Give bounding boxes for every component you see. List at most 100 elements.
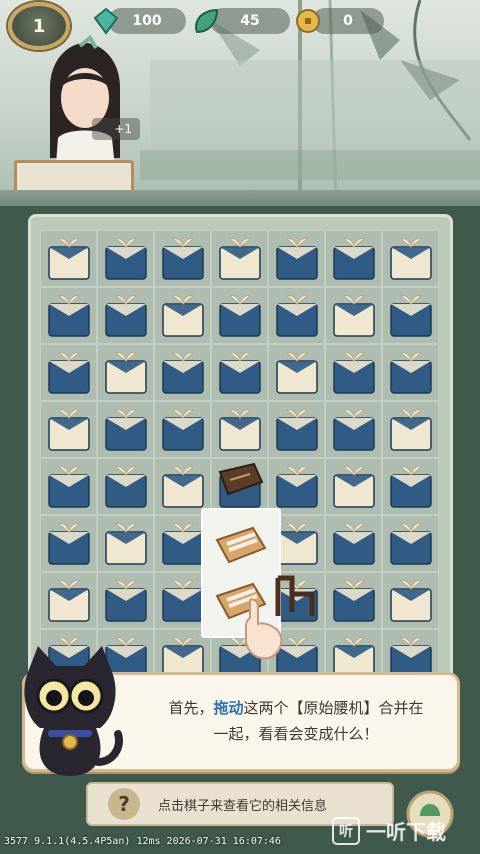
gift-box-icon (104, 294, 147, 337)
board-cell[interactable] (211, 401, 268, 458)
reward-label: +1 (114, 122, 132, 136)
reward-badge: +1 (92, 118, 140, 140)
board-cell[interactable] (40, 230, 97, 287)
board-cell[interactable] (211, 230, 268, 287)
watermark: 听 一听下载 (332, 816, 446, 845)
board-cell[interactable] (97, 401, 154, 458)
board-cell[interactable] (97, 458, 154, 515)
board-cell[interactable] (382, 515, 439, 572)
question-mark-icon[interactable]: ? (108, 788, 140, 820)
board-cell[interactable] (97, 287, 154, 344)
gift-box-icon (161, 465, 204, 508)
board-cell[interactable] (382, 401, 439, 458)
board-cell[interactable] (97, 344, 154, 401)
gift-box-icon (47, 237, 90, 280)
gift-box-icon (275, 294, 318, 337)
board-cell[interactable] (268, 230, 325, 287)
gift-box-icon (104, 408, 147, 451)
tutorial-text-rest: 这两个【原始腰机】合并在 (243, 699, 424, 717)
gift-box-icon (332, 294, 375, 337)
board-cell[interactable] (154, 458, 211, 515)
gift-box-icon (161, 408, 204, 451)
gift-box-icon (104, 465, 147, 508)
board-cell[interactable] (382, 572, 439, 629)
board-cell[interactable] (325, 458, 382, 515)
gift-box-icon (104, 522, 147, 565)
dark-loom-icon (218, 462, 264, 496)
leaf-icon (190, 5, 222, 37)
board-cell[interactable] (97, 515, 154, 572)
gift-box-icon (389, 237, 432, 280)
board-cell[interactable] (382, 344, 439, 401)
board-cell[interactable] (325, 515, 382, 572)
board-cell[interactable] (97, 572, 154, 629)
shop-counter (14, 160, 134, 194)
gift-box-icon (218, 294, 261, 337)
board-cell[interactable] (382, 458, 439, 515)
board-cell[interactable] (40, 515, 97, 572)
gems-value: 100 (132, 13, 162, 29)
gift-box-icon (218, 351, 261, 394)
gift-box-icon (161, 522, 204, 565)
board-cell[interactable] (268, 344, 325, 401)
gift-box-icon (104, 351, 147, 394)
gift-box-icon (389, 351, 432, 394)
gift-box-icon (47, 351, 90, 394)
gift-box-icon (218, 237, 261, 280)
board-cell[interactable] (154, 401, 211, 458)
board-cell[interactable] (40, 401, 97, 458)
board-cell[interactable] (325, 572, 382, 629)
gift-box-icon (47, 579, 90, 622)
board-cell[interactable] (325, 344, 382, 401)
board-cell[interactable] (325, 230, 382, 287)
gift-box-icon (389, 522, 432, 565)
coins-value: 0 (343, 13, 353, 29)
black-cat-guide (24, 646, 123, 776)
tutorial-text: 首先，拖动这两个【原始腰机】合并在 一起，看看会变成什么！ (137, 695, 455, 747)
gift-box-icon (332, 465, 375, 508)
gift-box-icon (389, 579, 432, 622)
watermark-logo-icon: 听 (332, 816, 360, 845)
gift-box-icon (47, 465, 90, 508)
board-cell[interactable] (325, 401, 382, 458)
board-cell[interactable] (154, 230, 211, 287)
primitive-loom-item-1[interactable] (213, 520, 269, 568)
gift-box-icon (218, 408, 261, 451)
energy-value: 45 (240, 13, 260, 29)
board-cell[interactable] (382, 287, 439, 344)
board-cell[interactable] (211, 344, 268, 401)
board-cell[interactable] (97, 230, 154, 287)
gift-box-icon (47, 408, 90, 451)
board-cell[interactable] (154, 287, 211, 344)
gift-box-icon (161, 294, 204, 337)
board-cell[interactable] (40, 458, 97, 515)
board-cell[interactable] (211, 287, 268, 344)
gift-box-icon (275, 465, 318, 508)
gift-box-icon (275, 237, 318, 280)
board-cell[interactable] (382, 230, 439, 287)
board-cell[interactable] (40, 344, 97, 401)
gift-box-icon (332, 579, 375, 622)
gift-box-icon (47, 294, 90, 337)
board-cell[interactable] (40, 572, 97, 629)
scene-divider (0, 190, 480, 206)
board-cell[interactable] (268, 401, 325, 458)
gift-box-icon (332, 237, 375, 280)
board-cell[interactable] (154, 344, 211, 401)
tutorial-text-line2: 一起，看看会变成什么！ (213, 725, 379, 743)
gift-box-icon (161, 351, 204, 394)
board-cell[interactable] (40, 287, 97, 344)
gift-box-icon (389, 294, 432, 337)
gift-box-icon (161, 579, 204, 622)
gift-box-icon (275, 408, 318, 451)
pointer-hand-icon (245, 598, 283, 660)
gift-box-icon (47, 522, 90, 565)
board-cell[interactable] (268, 287, 325, 344)
gift-box-icon (161, 237, 204, 280)
energy-counter: 45 (210, 8, 290, 34)
board-cell[interactable] (268, 458, 325, 515)
watermark-text: 一听下载 (366, 820, 446, 844)
character-portrait (50, 35, 120, 178)
board-cell[interactable] (325, 287, 382, 344)
gift-box-icon (275, 351, 318, 394)
